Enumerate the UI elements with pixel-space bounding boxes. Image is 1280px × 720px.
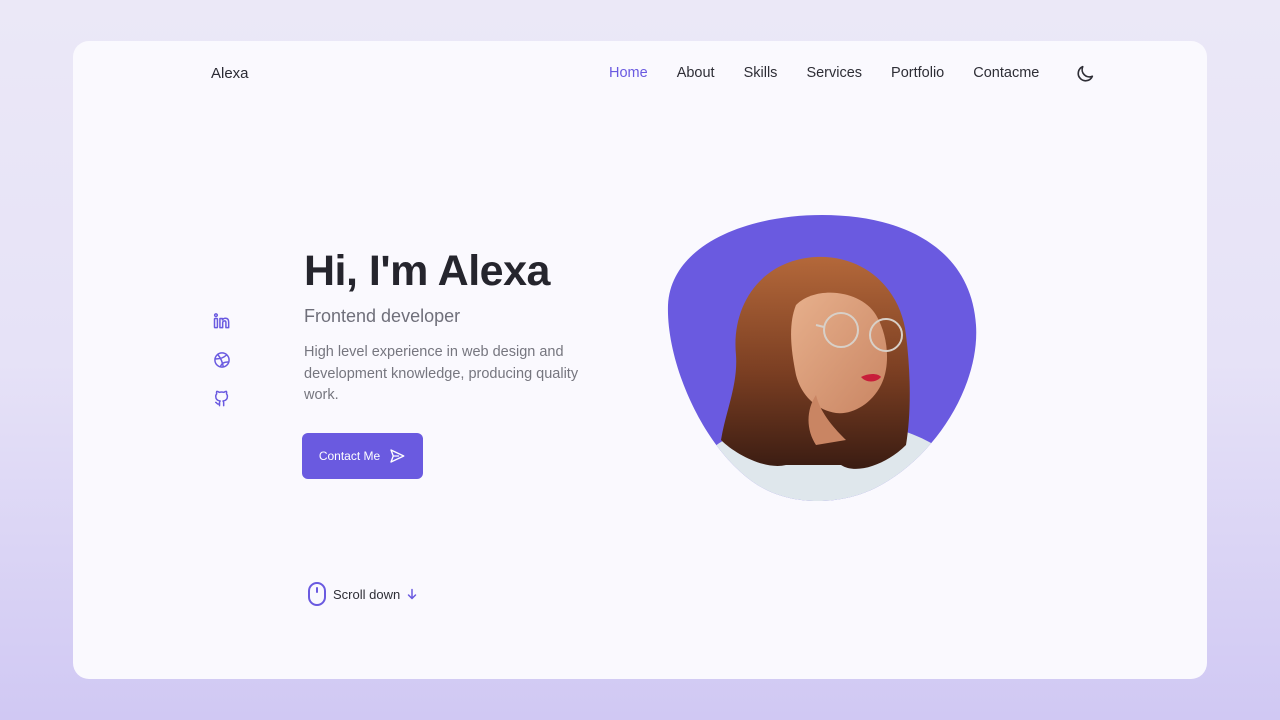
logo[interactable]: Alexa bbox=[211, 65, 249, 82]
github-icon[interactable] bbox=[212, 389, 232, 409]
hero-description: High level experience in web design and … bbox=[304, 344, 579, 403]
nav-services[interactable]: Services bbox=[806, 65, 862, 81]
moon-icon[interactable] bbox=[1074, 63, 1096, 85]
nav-contact[interactable]: Contacme bbox=[973, 65, 1039, 81]
main-nav: Home About Skills Services Portfolio Con… bbox=[609, 65, 1068, 81]
send-icon bbox=[390, 449, 405, 463]
nav-portfolio[interactable]: Portfolio bbox=[891, 65, 944, 81]
social-links bbox=[212, 311, 232, 409]
nav-about[interactable]: About bbox=[677, 65, 715, 81]
linkedin-icon[interactable] bbox=[212, 311, 232, 331]
scroll-down-label: Scroll down bbox=[333, 586, 401, 602]
page-card: Alexa Home About Skills Services Portfol… bbox=[73, 41, 1207, 679]
mouse-icon bbox=[308, 582, 326, 606]
hero-subtitle: Frontend developer bbox=[304, 306, 461, 326]
hero-title: Hi, I'm Alexa bbox=[304, 247, 550, 295]
hero-portrait bbox=[666, 215, 978, 505]
contact-me-label: Contact Me bbox=[318, 449, 381, 463]
nav-skills[interactable]: Skills bbox=[744, 65, 778, 81]
dribbble-icon[interactable] bbox=[212, 350, 232, 370]
scroll-down-link[interactable]: Scroll down bbox=[307, 581, 418, 607]
nav-home[interactable]: Home bbox=[609, 65, 648, 81]
contact-me-button[interactable]: Contact Me bbox=[302, 433, 423, 479]
arrow-down-icon bbox=[407, 588, 417, 600]
